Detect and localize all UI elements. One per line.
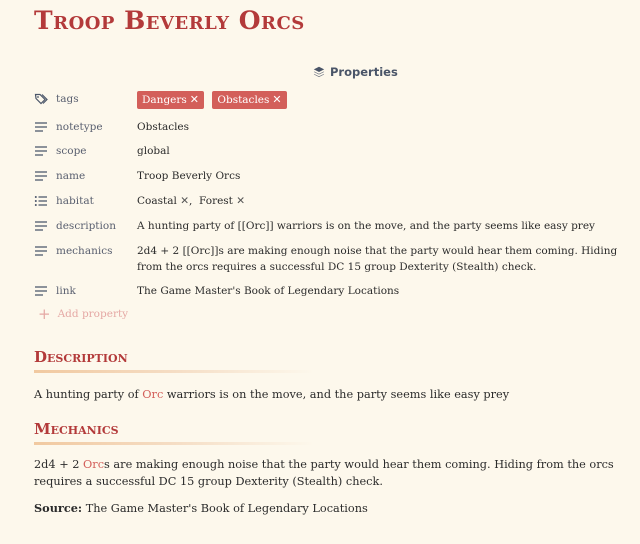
description-heading: Description: [34, 348, 128, 366]
properties-header[interactable]: Properties: [313, 65, 398, 79]
text-lines-icon: [35, 146, 47, 156]
property-key-label: scope: [56, 145, 87, 157]
source-line: Source: The Game Master's Book of Legend…: [34, 500, 634, 517]
text-lines-icon: [35, 171, 47, 181]
tag-pill-obstacles[interactable]: Obstacles ✕: [212, 91, 287, 109]
property-key-notetype[interactable]: notetype: [34, 119, 137, 135]
list-icon: [34, 196, 47, 206]
mechanics-paragraph: 2d4 + 2 Orcs are making enough noise tha…: [34, 456, 634, 490]
property-key-label: mechanics: [56, 245, 113, 257]
property-key-label: notetype: [56, 121, 103, 133]
property-row-name: name Troop Beverly Orcs: [34, 168, 634, 184]
property-value-mechanics[interactable]: 2d4 + 2 [[Orc]]s are making enough noise…: [137, 243, 634, 275]
list-item-coastal[interactable]: Coastal: [137, 195, 177, 207]
text-lines-icon: [35, 221, 47, 231]
property-key-description[interactable]: description: [34, 218, 137, 234]
property-row-description: description A hunting party of [[Orc]] w…: [34, 218, 634, 234]
description-paragraph: A hunting party of Orc warriors is on th…: [34, 386, 634, 403]
x-icon[interactable]: ✕: [272, 92, 281, 108]
property-key-label: name: [56, 170, 86, 182]
property-key-link[interactable]: link: [34, 283, 137, 299]
orc-link[interactable]: Orc: [142, 388, 163, 401]
add-property-label: Add property: [57, 308, 129, 320]
x-icon[interactable]: ✕: [190, 92, 199, 108]
property-key-habitat[interactable]: habitat: [34, 193, 137, 209]
source-label: Source:: [34, 501, 83, 515]
property-key-scope[interactable]: scope: [34, 143, 137, 159]
tags-icon: [34, 93, 48, 105]
property-row-link: link The Game Master's Book of Legendary…: [34, 283, 634, 299]
x-icon[interactable]: ✕: [236, 195, 245, 207]
property-key-label: habitat: [56, 195, 94, 207]
tag-label: Dangers: [142, 94, 187, 106]
property-value-description[interactable]: A hunting party of [[Orc]] warriors is o…: [137, 218, 634, 234]
property-row-notetype: notetype Obstacles: [34, 119, 634, 135]
property-value-name[interactable]: Troop Beverly Orcs: [137, 168, 634, 184]
orc-link[interactable]: Orc: [83, 458, 104, 471]
heading-underline: [34, 442, 314, 445]
list-separator: ,: [189, 195, 193, 207]
description-text-before: A hunting party of: [34, 388, 143, 401]
properties-header-label: Properties: [330, 65, 398, 79]
property-row-tags: tags Dangers ✕ Obstacles ✕: [34, 91, 634, 109]
property-key-label: link: [56, 285, 76, 297]
description-text-after: warriors is on the move, and the party s…: [163, 388, 510, 401]
property-key-label: description: [56, 220, 116, 232]
property-value-link[interactable]: The Game Master's Book of Legendary Loca…: [137, 283, 634, 299]
property-value-tags: Dangers ✕ Obstacles ✕: [137, 91, 634, 109]
text-lines-icon: [35, 286, 47, 296]
source-value: The Game Master's Book of Legendary Loca…: [85, 502, 368, 515]
property-key-mechanics[interactable]: mechanics: [34, 243, 137, 259]
layers-icon: [313, 66, 325, 77]
property-value-notetype[interactable]: Obstacles: [137, 119, 634, 135]
property-row-mechanics: mechanics 2d4 + 2 [[Orc]]s are making en…: [34, 243, 634, 275]
property-value-habitat[interactable]: Coastal ✕, Forest ✕: [137, 193, 634, 209]
property-key-tags[interactable]: tags: [34, 91, 137, 107]
tag-label: Obstacles: [217, 94, 270, 106]
mechanics-heading: Mechanics: [34, 420, 119, 438]
list-item-forest[interactable]: Forest: [199, 195, 233, 207]
property-key-name[interactable]: name: [34, 168, 137, 184]
mechanics-text-after: s are making enough noise that the party…: [34, 458, 614, 488]
property-row-scope: scope global: [34, 143, 634, 159]
text-lines-icon: [35, 122, 47, 132]
mechanics-text-before: 2d4 + 2: [34, 458, 84, 471]
page-title: Troop Beverly Orcs: [34, 6, 305, 35]
property-key-label: tags: [56, 93, 79, 105]
property-value-scope[interactable]: global: [137, 143, 634, 159]
tag-pill-dangers[interactable]: Dangers ✕: [137, 91, 205, 109]
text-lines-icon: [35, 246, 47, 256]
property-row-habitat: habitat Coastal ✕, Forest ✕: [34, 193, 634, 209]
heading-underline: [34, 370, 314, 373]
add-property-button[interactable]: + Add property: [38, 305, 128, 323]
plus-icon: +: [38, 305, 51, 323]
x-icon[interactable]: ✕: [180, 195, 189, 207]
